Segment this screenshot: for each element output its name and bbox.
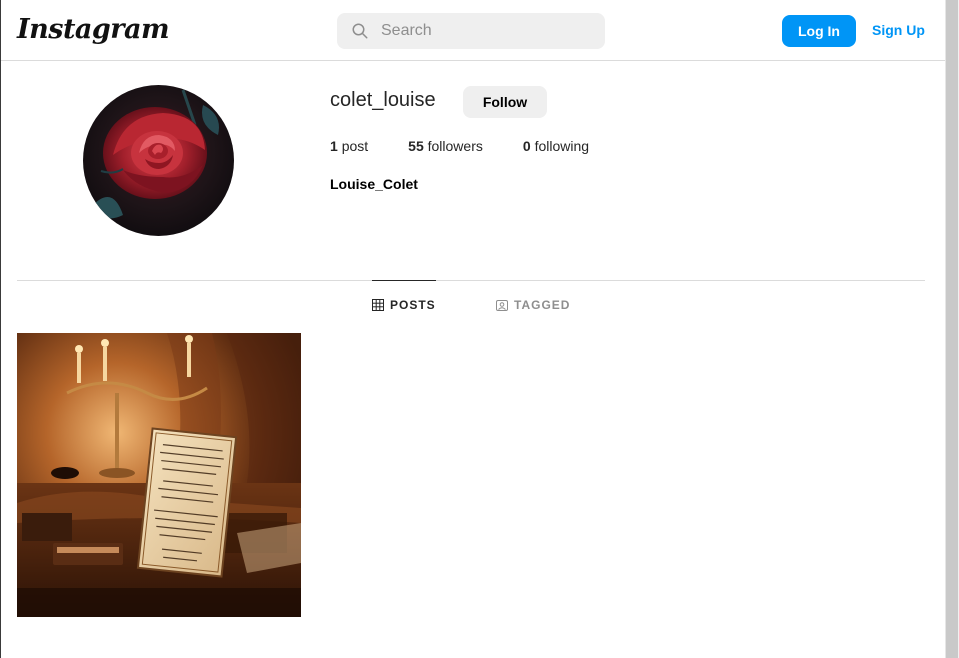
red-rose-image [83, 85, 234, 236]
following-count: 0 [522, 138, 531, 154]
active-tab-indicator [372, 280, 436, 281]
profile-avatar[interactable] [83, 85, 234, 236]
posts-label: post [341, 138, 369, 154]
search-input[interactable] [381, 22, 591, 40]
profile-full-name: Louise_Colet [330, 176, 418, 192]
followers-stat[interactable]: 55 followers [408, 138, 483, 154]
log-in-button[interactable]: Log In [782, 15, 856, 47]
posts-stat: 1 post [330, 138, 368, 154]
tab-tagged-label: TAGGED [514, 298, 571, 312]
following-stat[interactable]: 0 following [523, 138, 589, 154]
followers-count: 55 [408, 138, 424, 154]
follow-button[interactable]: Follow [463, 86, 547, 118]
page-viewport: Instagram Log In Sign Up [1, 0, 945, 658]
instagram-logo[interactable]: Instagram [17, 14, 170, 45]
sign-up-link[interactable]: Sign Up [872, 22, 925, 38]
search-box[interactable] [337, 13, 605, 49]
profile-stats: 1 post 55 followers 0 following [330, 138, 629, 154]
top-navigation-bar: Instagram Log In Sign Up [1, 0, 945, 61]
tagged-icon [496, 300, 508, 311]
tab-tagged[interactable]: TAGGED [496, 298, 570, 312]
following-label: following [534, 138, 590, 154]
tabs-divider [17, 280, 925, 281]
search-icon [352, 23, 368, 39]
post-thumbnail[interactable] [17, 333, 301, 617]
letter-on-desk-image [17, 333, 301, 617]
posts-count: 1 [330, 138, 338, 154]
followers-label: followers [427, 138, 483, 154]
page-scrollbar[interactable] [945, 0, 959, 658]
profile-username: colet_louise [330, 89, 436, 111]
grid-icon [372, 299, 384, 311]
tab-posts-label: POSTS [390, 298, 436, 312]
tab-posts[interactable]: POSTS [372, 298, 436, 312]
scrollbar-thumb[interactable] [946, 0, 958, 658]
